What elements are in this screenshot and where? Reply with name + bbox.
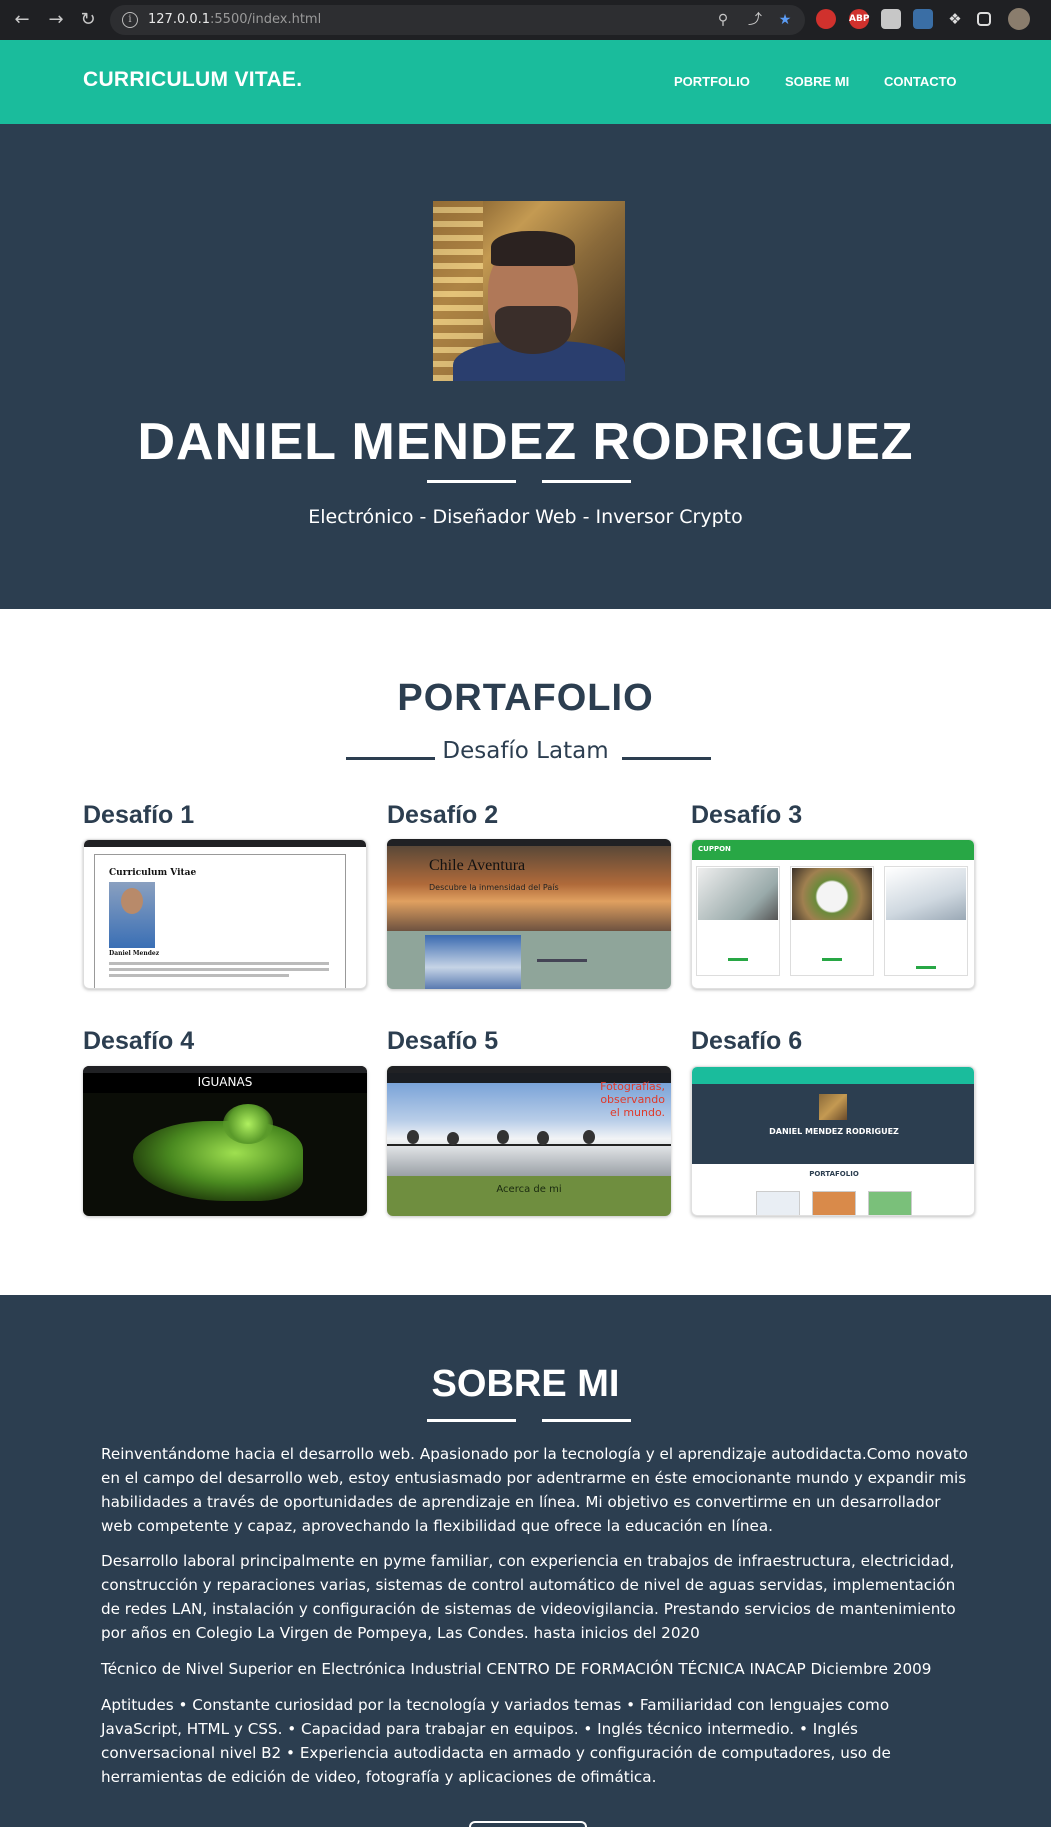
download-cv-button[interactable]: [469, 1821, 587, 1827]
site-navbar: CURRICULUM VITAE. PORTFOLIO SOBRE MI CON…: [0, 40, 1051, 124]
nav-link-contacto[interactable]: CONTACTO: [884, 74, 956, 89]
about-divider-left: [427, 1419, 516, 1422]
share-icon[interactable]: ⤴: [746, 11, 764, 29]
nav-link-sobre-mi[interactable]: SOBRE MI: [785, 74, 849, 89]
adblock-plus-icon[interactable]: ABP: [849, 9, 869, 29]
profile-photo: [433, 201, 625, 381]
hero-section: DANIEL MENDEZ RODRIGUEZ Electrónico - Di…: [0, 124, 1051, 609]
portfolio-title: PORTAFOLIO: [397, 677, 654, 719]
address-bar[interactable]: i 127.0.0.1:5500/index.html ⚲ ⤴ ★: [110, 5, 805, 35]
thumb-desafio-6[interactable]: DANIEL MENDEZ RODRIGUEZ PORTAFOLIO: [691, 1066, 975, 1216]
about-title: SOBRE MI: [431, 1363, 620, 1405]
card-title-6: Desafío 6: [691, 1027, 803, 1055]
about-paragraph-2: Desarrollo laboral principalmente en pym…: [101, 1552, 956, 1642]
thumb-desafio-5[interactable]: Fotografías, observando el mundo. Acerca…: [387, 1066, 671, 1216]
thumb-desafio-2[interactable]: Chile Aventura Descubre la inmensidad de…: [387, 839, 671, 989]
brand-logo[interactable]: CURRICULUM VITAE.: [83, 68, 302, 92]
card-title-4: Desafío 4: [83, 1027, 195, 1055]
card-title-5: Desafío 5: [387, 1027, 499, 1055]
portfolio-divider-right: [622, 757, 711, 760]
url-text[interactable]: 127.0.0.1:5500/index.html: [148, 12, 321, 27]
thumb-desafio-3[interactable]: CUPPON: [691, 839, 975, 989]
about-section: SOBRE MI Reinventándome hacia el desarro…: [0, 1295, 1051, 1827]
profile-avatar-icon[interactable]: [1008, 8, 1030, 30]
thumb5-headline: Fotografías, observando el mundo.: [600, 1080, 665, 1119]
about-divider-right: [542, 1419, 631, 1422]
about-paragraph-3: Técnico de Nivel Superior en Electrónica…: [101, 1660, 932, 1678]
forward-icon[interactable]: →: [44, 8, 68, 32]
browser-chrome: ← → ↻ i 127.0.0.1:5500/index.html ⚲ ⤴ ★ …: [0, 0, 1051, 40]
bookmark-star-icon[interactable]: ★: [776, 11, 794, 29]
back-icon[interactable]: ←: [10, 8, 34, 32]
extension-window-icon[interactable]: [881, 9, 901, 29]
nav-link-portfolio[interactable]: PORTFOLIO: [674, 74, 750, 89]
extensions-puzzle-icon[interactable]: ❖: [945, 9, 965, 29]
site-info-icon[interactable]: i: [122, 12, 138, 28]
thumb-desafio-1[interactable]: Curriculum Vitae Daniel Mendez: [83, 839, 367, 989]
hero-name: DANIEL MENDEZ RODRIGUEZ: [137, 413, 914, 471]
card-title-3: Desafío 3: [691, 801, 803, 829]
card-title-1: Desafío 1: [83, 801, 195, 829]
reload-icon[interactable]: ↻: [76, 8, 100, 32]
card-title-2: Desafío 2: [387, 801, 499, 829]
portfolio-subtitle: Desafío Latam: [442, 738, 609, 764]
about-paragraph-4: Aptitudes • Constante curiosidad por la …: [101, 1696, 891, 1786]
divider-right: [542, 480, 631, 483]
about-paragraph-1: Reinventándome hacia el desarrollo web. …: [101, 1445, 968, 1535]
zoom-icon[interactable]: ⚲: [714, 11, 732, 29]
hero-subtitle: Electrónico - Diseñador Web - Inversor C…: [308, 506, 743, 528]
divider-left: [427, 480, 516, 483]
portfolio-section: PORTAFOLIO Desafío Latam Desafío 1 Curri…: [0, 609, 1051, 1295]
thumb-desafio-4[interactable]: IGUANAS: [83, 1066, 367, 1216]
extension-red-icon[interactable]: [816, 9, 836, 29]
extension-calendar-icon[interactable]: [913, 9, 933, 29]
sidepanel-icon[interactable]: [977, 12, 991, 26]
